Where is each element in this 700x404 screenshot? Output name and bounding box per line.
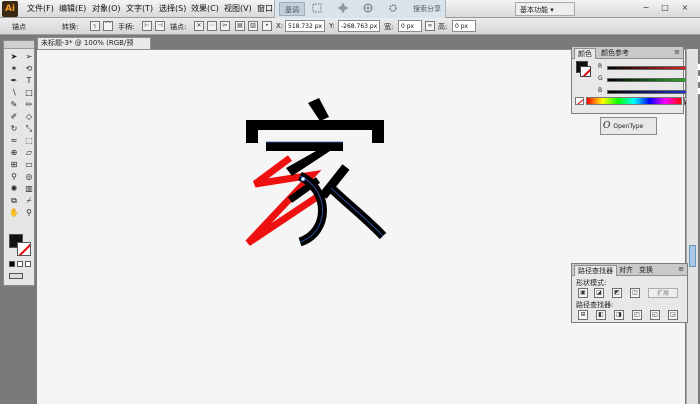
slider-blue[interactable]: B: [598, 87, 700, 96]
minus-front-icon[interactable]: ◪: [594, 288, 604, 298]
pathfinder-panel: 路径查找器 对齐 变换 ≡ 形状模式: ▣ ◪ ◩ ◫ 扩展 路径查找器: ⊞ …: [571, 263, 688, 323]
merge-icon[interactable]: ◨: [614, 310, 624, 320]
divide-icon[interactable]: ⊞: [578, 310, 588, 320]
unite-icon[interactable]: ▣: [578, 288, 588, 298]
shape-modes-label: 形状模式:: [576, 279, 607, 287]
vertical-scrollbar[interactable]: [686, 49, 698, 404]
slider-track[interactable]: [607, 78, 687, 82]
tab-transform[interactable]: 变换: [636, 265, 656, 276]
tab-align[interactable]: 对齐: [616, 265, 636, 276]
opentype-label: OpenType: [613, 123, 644, 130]
minus-back-icon[interactable]: ◲: [668, 310, 678, 320]
opentype-icon: O: [603, 121, 611, 131]
opentype-panel[interactable]: O OpenType: [600, 117, 657, 135]
exclude-icon[interactable]: ◫: [630, 288, 640, 298]
none-color-icon[interactable]: [575, 97, 584, 105]
tab-color[interactable]: 颜色: [574, 48, 596, 59]
scroll-thumb[interactable]: [689, 245, 696, 267]
crop-icon[interactable]: ◰: [632, 310, 642, 320]
slider-green[interactable]: G: [598, 75, 700, 84]
character-roof-bar: [246, 120, 384, 143]
tab-color-guide[interactable]: 颜色参考: [598, 48, 632, 59]
pathfinder-panel-tabs: 路径查找器 对齐 变换 ≡: [572, 264, 687, 276]
channel-label: B: [598, 87, 603, 94]
color-spectrum[interactable]: [586, 97, 682, 105]
expand-button[interactable]: 扩展: [648, 288, 678, 298]
outline-icon[interactable]: ◱: [650, 310, 660, 320]
channel-label: R: [598, 63, 603, 70]
slider-track[interactable]: [607, 90, 687, 94]
panel-menu-icon[interactable]: ≡: [674, 48, 680, 56]
channel-label: G: [598, 75, 603, 82]
color-panel-tabs: 颜色 颜色参考 ≡: [572, 47, 683, 59]
stroke-color-swatch[interactable]: [580, 66, 591, 77]
anchor-point: [300, 176, 306, 182]
slider-track[interactable]: [607, 66, 687, 70]
panel-menu-icon[interactable]: ≡: [678, 265, 684, 273]
intersect-icon[interactable]: ◩: [612, 288, 622, 298]
color-panel: 颜色 颜色参考 ≡ R G B: [571, 46, 700, 114]
tab-pathfinder[interactable]: 路径查找器: [574, 265, 617, 276]
character-roof: [308, 98, 329, 121]
pathfinders-label: 路径查找器:: [576, 301, 614, 309]
slider-red[interactable]: R: [598, 63, 700, 72]
trim-icon[interactable]: ◧: [596, 310, 606, 320]
